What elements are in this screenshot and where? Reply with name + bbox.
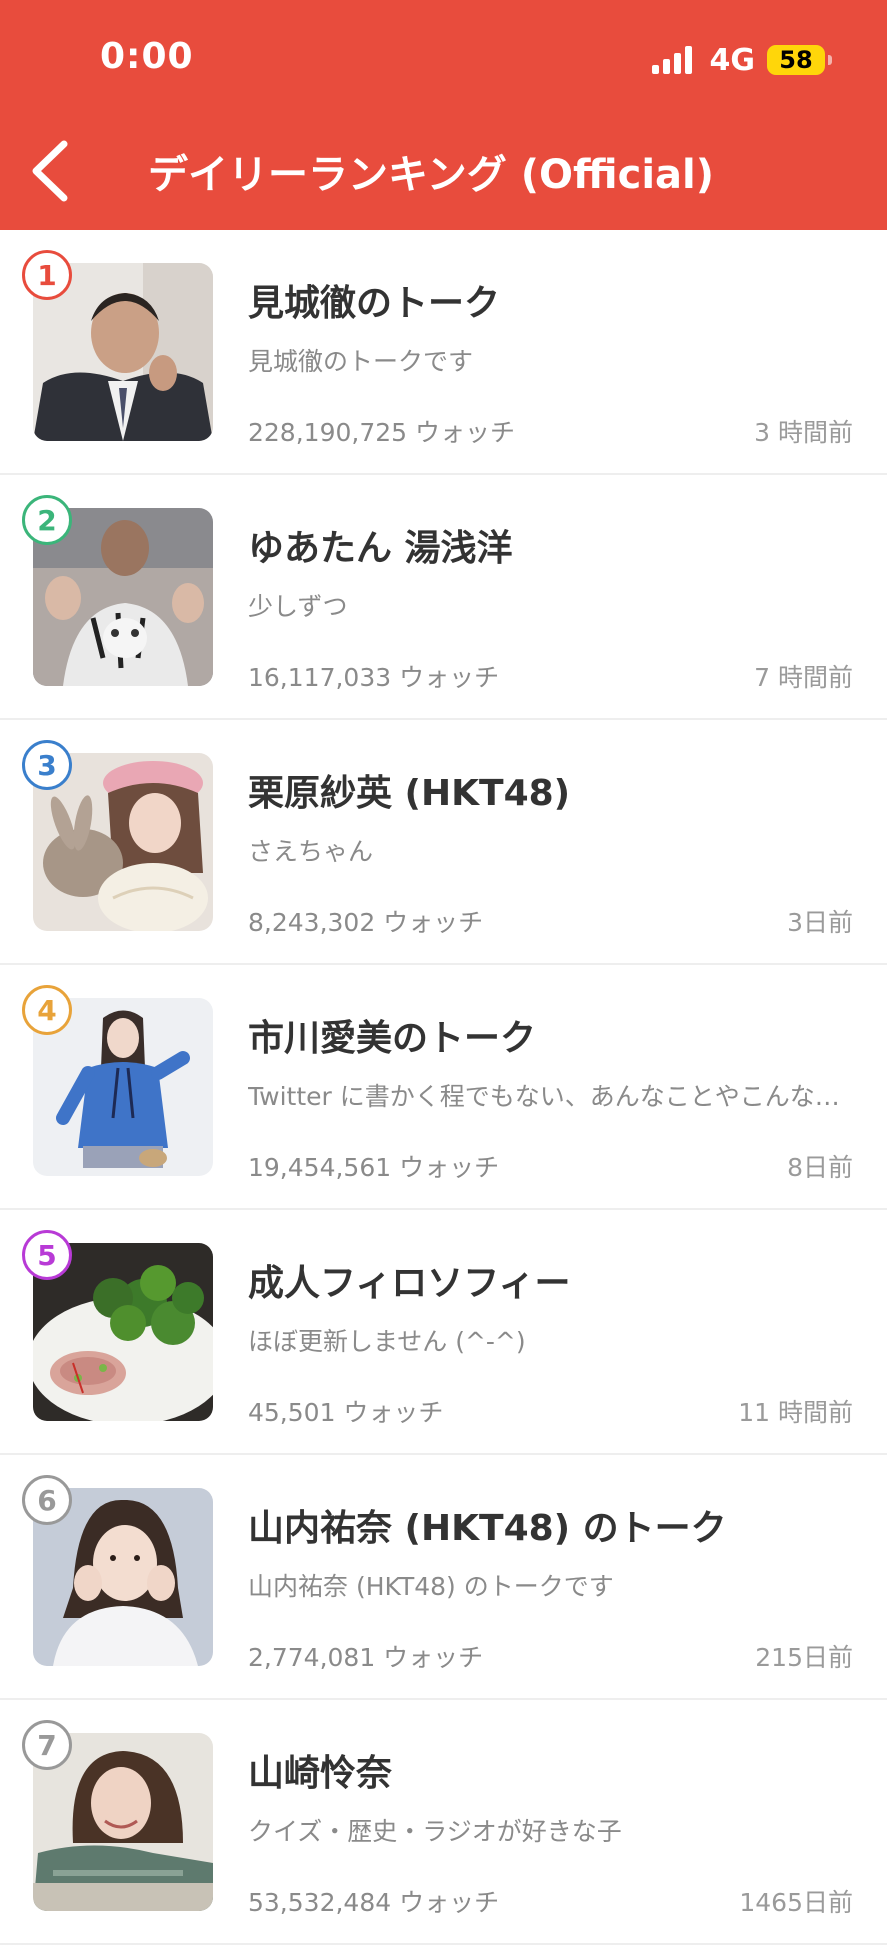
rank-badge: 4 [22, 985, 72, 1035]
watch-count: 228,190,725 ウォッチ [248, 418, 515, 447]
updated-time: 3 時間前 [754, 418, 853, 447]
talk-name: ゆあたん 湯浅洋 [248, 528, 513, 569]
updated-time: 8日前 [787, 1153, 853, 1182]
rank-badge: 6 [22, 1475, 72, 1525]
talk-description: Twitter に書かく程でもない、あんなことやこんなこと [248, 1082, 848, 1111]
back-button[interactable] [26, 136, 86, 206]
app-header: 0:00 4G 58 デイリーランキング (Official) [0, 0, 887, 230]
talk-description: さえちゃん [248, 837, 374, 866]
list-item[interactable]: 5 成人フィロソフィー ほぼ更新しません (^-^) 45,501 ウォッチ 1… [0, 1210, 887, 1455]
watch-count: 2,774,081 ウォッチ [248, 1643, 484, 1672]
talk-name: 山内祐奈 (HKT48) のトーク [248, 1508, 727, 1549]
list-item[interactable]: 4 市川愛美のトーク Twitter に書かく程でもない、あんなことやこんなこと… [0, 965, 887, 1210]
watch-count: 45,501 ウォッチ [248, 1398, 444, 1427]
list-item[interactable]: 2 ゆあたん 湯浅洋 少しずつ 16,117,033 ウォッチ 7 時間前 [0, 475, 887, 720]
talk-name: 山崎怜奈 [248, 1753, 393, 1794]
watch-count: 8,243,302 ウォッチ [248, 908, 484, 937]
watch-count: 19,454,561 ウォッチ [248, 1153, 500, 1182]
page-title: デイリーランキング (Official) [148, 152, 715, 198]
battery-level: 58 [779, 46, 813, 74]
list-item[interactable]: 6 山内祐奈 (HKT48) のトーク 山内祐奈 (HKT48) のトークです … [0, 1455, 887, 1700]
talk-description: クイズ・歴史・ラジオが好きな子 [248, 1817, 622, 1846]
watch-count: 53,532,484 ウォッチ [248, 1888, 500, 1917]
updated-time: 3日前 [787, 908, 853, 937]
talk-description: 少しずつ [248, 592, 348, 621]
list-item[interactable]: 7 山崎怜奈 クイズ・歴史・ラジオが好きな子 53,532,484 ウォッチ 1… [0, 1700, 887, 1945]
updated-time: 1465日前 [739, 1888, 853, 1917]
signal-icon [651, 46, 696, 74]
updated-time: 7 時間前 [754, 663, 853, 692]
talk-description: ほぼ更新しません (^-^) [248, 1327, 526, 1356]
battery-icon: 58 [767, 45, 832, 75]
status-time: 0:00 [100, 36, 194, 77]
status-indicators: 4G 58 [651, 42, 832, 78]
rank-badge: 3 [22, 740, 72, 790]
updated-time: 11 時間前 [738, 1398, 853, 1427]
talk-name: 栗原紗英 (HKT48) [248, 773, 571, 814]
talk-name: 見城徹のトーク [248, 283, 501, 324]
rank-badge: 5 [22, 1230, 72, 1280]
ranking-list: 1 見城徹のトーク 見城徹のトークです 228,190,725 ウォッチ 3 時… [0, 230, 887, 1945]
list-item[interactable]: 1 見城徹のトーク 見城徹のトークです 228,190,725 ウォッチ 3 時… [0, 230, 887, 475]
rank-badge: 1 [22, 250, 72, 300]
talk-name: 成人フィロソフィー [248, 1263, 571, 1304]
talk-description: 山内祐奈 (HKT48) のトークです [248, 1572, 614, 1601]
talk-description: 見城徹のトークです [248, 347, 474, 376]
rank-badge: 7 [22, 1720, 72, 1770]
updated-time: 215日前 [755, 1643, 853, 1672]
rank-badge: 2 [22, 495, 72, 545]
chevron-left-icon [32, 140, 68, 202]
talk-name: 市川愛美のトーク [248, 1018, 537, 1059]
list-item[interactable]: 3 栗原紗英 (HKT48) さえちゃん 8,243,302 ウォッチ 3日前 [0, 720, 887, 965]
network-type: 4G [709, 42, 756, 78]
watch-count: 16,117,033 ウォッチ [248, 663, 500, 692]
